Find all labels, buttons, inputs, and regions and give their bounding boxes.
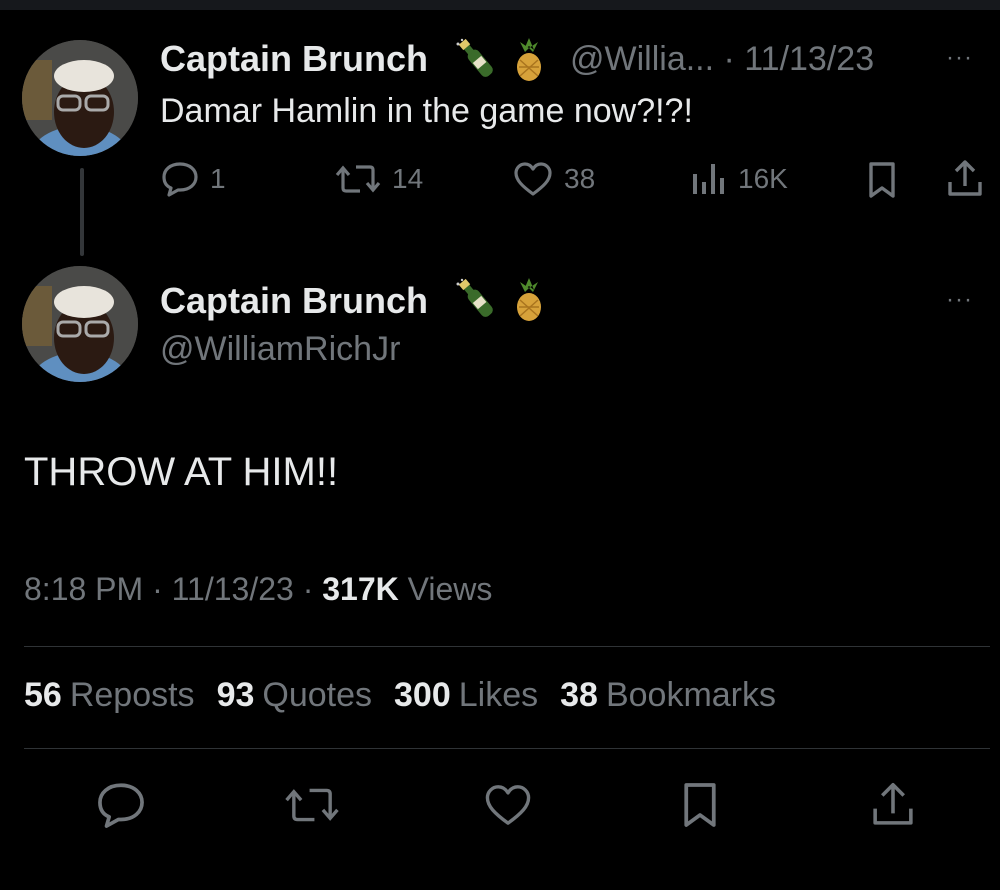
quotes-count: 93: [216, 676, 255, 714]
avatar[interactable]: [22, 40, 138, 156]
repost-button[interactable]: 14: [334, 160, 423, 198]
repost-icon[interactable]: [282, 782, 342, 828]
display-name[interactable]: Captain Brunch: [160, 38, 428, 80]
views-icon: [693, 164, 724, 194]
bookmark-icon[interactable]: [866, 160, 898, 200]
views-button[interactable]: 16K: [688, 160, 788, 198]
reposts-label: Reposts: [69, 676, 195, 714]
tweet-metadata: 8:18 PM · 11/13/23 · 317K Views: [24, 571, 492, 608]
likes-count: 300: [394, 676, 451, 714]
reply-icon: [162, 162, 198, 197]
share-icon[interactable]: [870, 780, 916, 830]
handle[interactable]: @WilliamRichJr: [160, 330, 400, 369]
reply-button[interactable]: 1: [160, 160, 226, 198]
pineapple-icon: [508, 276, 550, 327]
champagne-icon: [452, 276, 500, 327]
share-icon[interactable]: [946, 158, 984, 200]
like-icon: [514, 162, 552, 196]
pineapple-icon: [508, 36, 550, 87]
avatar-image: [22, 266, 138, 382]
more-options-icon[interactable]: ···: [946, 286, 973, 314]
more-options-icon[interactable]: ···: [946, 44, 973, 72]
likes-label: Likes: [458, 676, 539, 714]
repost-count: 14: [392, 163, 424, 194]
bookmarks-count: 38: [560, 676, 598, 714]
likes-stat[interactable]: 300 Likes: [394, 676, 538, 715]
reply-count: 1: [210, 163, 226, 194]
bookmark-icon[interactable]: [680, 780, 720, 830]
top-bar: [0, 0, 1000, 10]
divider: [24, 748, 990, 749]
display-name[interactable]: Captain Brunch: [160, 280, 428, 322]
views-count: 317K: [322, 571, 399, 607]
like-count: 38: [564, 163, 596, 194]
handle-and-date[interactable]: @Willia... · 11/13/23: [570, 40, 874, 79]
main-tweet-text: THROW AT HIM!!: [24, 450, 339, 494]
quotes-stat[interactable]: 93 Quotes: [217, 676, 372, 715]
views-count: 16K: [738, 163, 788, 194]
reposts-count: 56: [24, 676, 62, 714]
divider: [24, 646, 990, 647]
tweet-time[interactable]: 8:18 PM · 11/13/23 ·: [24, 571, 322, 607]
reposts-stat[interactable]: 56 Reposts: [24, 676, 195, 715]
quotes-label: Quotes: [262, 676, 373, 714]
thread-line: [80, 168, 84, 256]
reply-tweet-text: Damar Hamlin in the game now?!?!: [160, 92, 693, 130]
like-button[interactable]: 38: [512, 160, 595, 198]
avatar[interactable]: [22, 266, 138, 382]
like-icon[interactable]: [482, 782, 534, 828]
views-label: Views: [398, 571, 493, 607]
bookmarks-label: Bookmarks: [605, 676, 777, 714]
avatar-image: [22, 40, 138, 156]
reply-icon[interactable]: [94, 780, 148, 830]
engagement-stats: 56 Reposts 93 Quotes 300 Likes 38 Bookmarks: [24, 676, 776, 715]
bookmarks-stat[interactable]: 38 Bookmarks: [560, 676, 776, 715]
repost-icon: [335, 165, 381, 193]
champagne-icon: [452, 36, 500, 87]
